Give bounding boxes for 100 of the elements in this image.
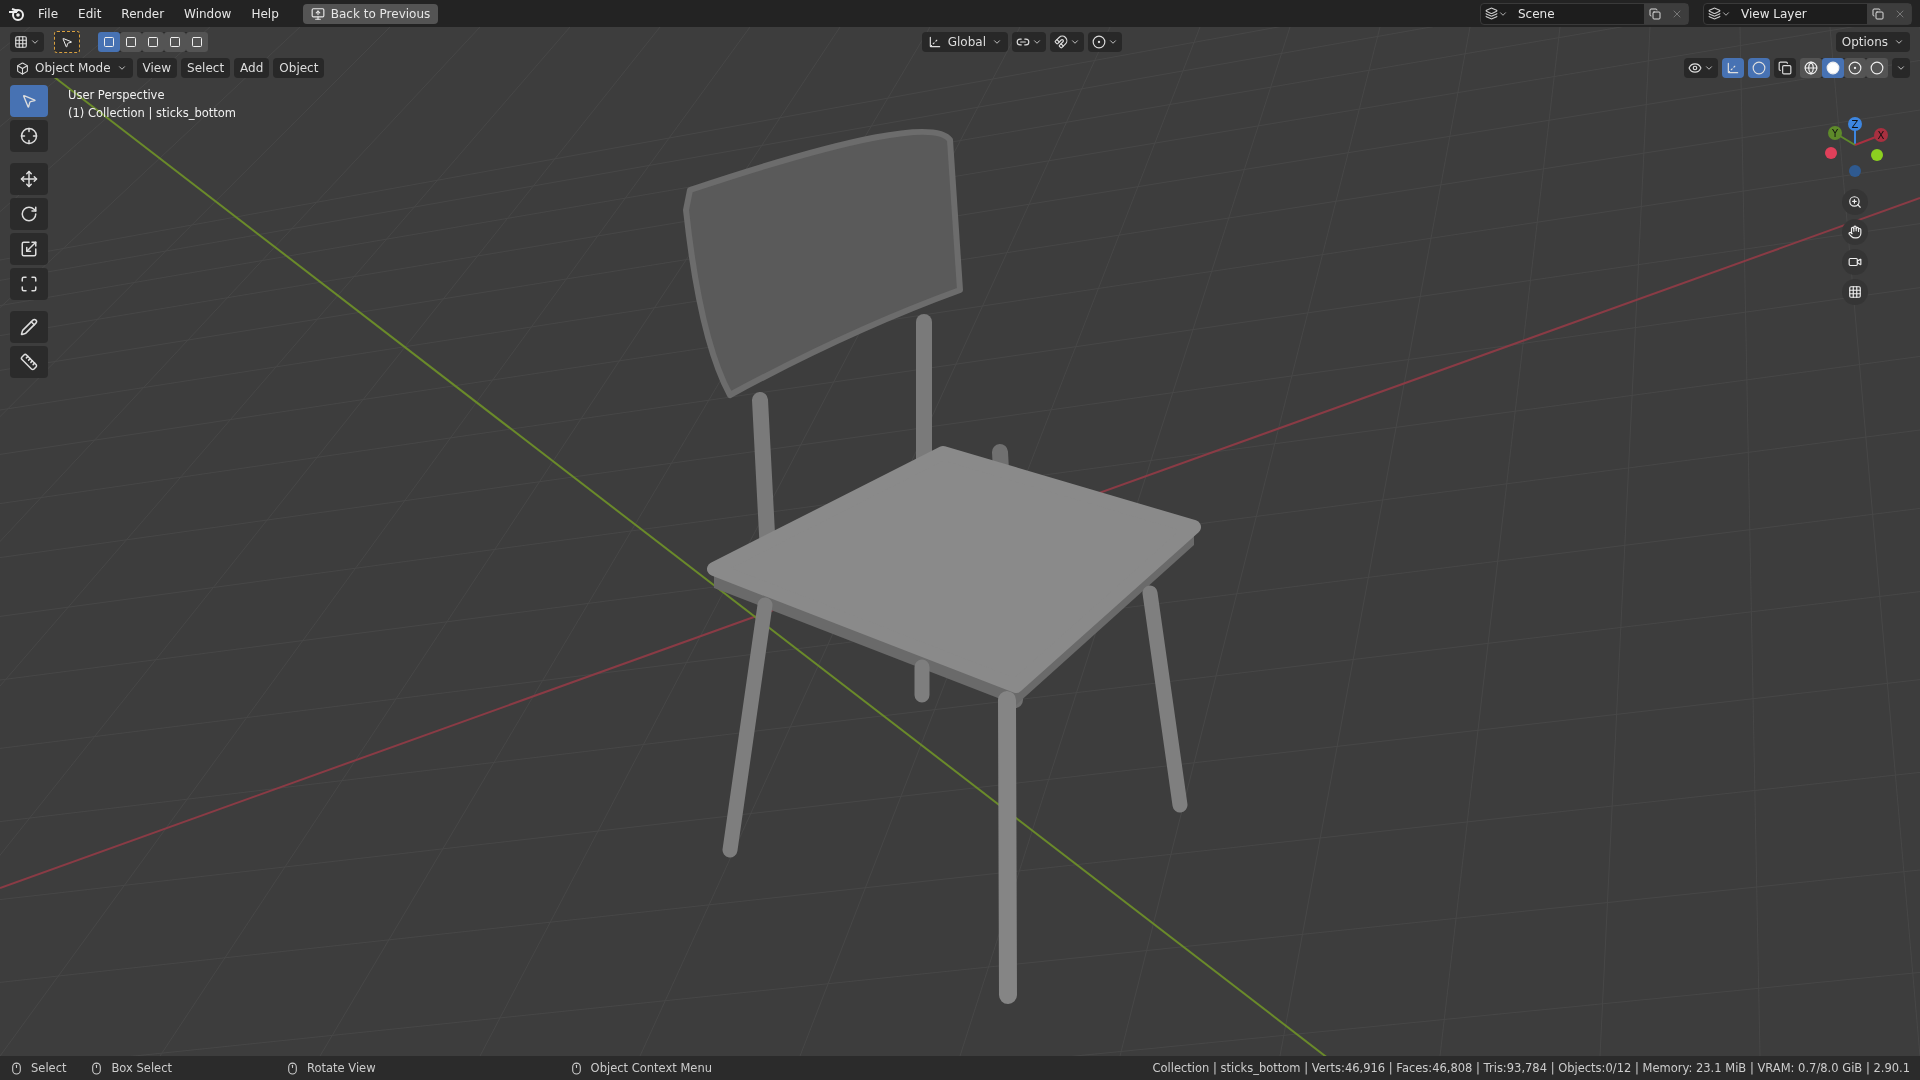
circle-dot-icon <box>1092 35 1106 49</box>
square-icon <box>125 36 137 48</box>
chevron-down-icon <box>30 37 40 47</box>
chevron-down-icon <box>116 63 127 73</box>
menu-item[interactable]: File <box>30 3 67 24</box>
hand-icon <box>1848 224 1862 240</box>
viewport-info-text: User Perspective <box>68 88 166 102</box>
ruler-icon <box>20 353 38 371</box>
camera-button[interactable] <box>1842 249 1868 275</box>
menu-item[interactable]: Edit <box>70 3 110 24</box>
axes-icon <box>927 35 942 49</box>
wireframe-sphere-icon <box>1804 61 1818 75</box>
selection-mode-button[interactable] <box>98 32 120 52</box>
mode-dropdown[interactable]: Object Mode <box>10 58 133 78</box>
visibility-button[interactable] <box>1684 58 1718 78</box>
overlays-toggle[interactable] <box>1748 58 1770 78</box>
material-sphere-icon <box>1848 61 1862 75</box>
move-tool-button[interactable] <box>10 163 48 195</box>
circles-icon <box>1752 61 1766 75</box>
zoom-icon <box>1848 194 1862 210</box>
snap-toggle[interactable] <box>1050 32 1084 52</box>
chevron-down-icon <box>1704 63 1714 73</box>
active-tool-button[interactable] <box>54 31 80 53</box>
square-icon <box>147 36 159 48</box>
square-icon <box>191 36 203 48</box>
viewport-info-text: (1) Collection | sticks_bottom <box>68 106 237 120</box>
link-icon <box>1016 35 1030 49</box>
mouse-icon <box>90 1061 104 1075</box>
viewport-menu-item[interactable]: Add <box>234 58 270 78</box>
cube-icon <box>16 61 29 75</box>
chevron-down-icon <box>1032 37 1042 47</box>
menu-item[interactable]: Help <box>243 3 287 24</box>
selection-mode-button[interactable] <box>120 32 142 52</box>
pencil-icon <box>20 318 38 336</box>
shortcut-hint: Box Select <box>111 1061 172 1075</box>
square-icon <box>103 36 115 48</box>
viewport-menu-item[interactable]: Object <box>273 58 325 78</box>
eye-icon <box>1688 61 1702 75</box>
pivot-point-button[interactable] <box>1012 32 1046 52</box>
shortcut-hint: Rotate View <box>307 1061 376 1075</box>
shading-mode-button[interactable] <box>1844 58 1866 78</box>
magnet-icon <box>1054 35 1068 49</box>
annotate-tool-button[interactable] <box>10 311 48 343</box>
layers-icon <box>1708 7 1721 20</box>
solid-sphere-icon <box>1826 61 1840 75</box>
grid-icon <box>14 35 28 49</box>
overlapping-squares-icon <box>1778 61 1792 75</box>
cursor-tool-button[interactable] <box>10 120 48 152</box>
proportional-editing-toggle[interactable] <box>1088 32 1122 52</box>
transform-orientation-dropdown[interactable]: Global <box>921 32 1008 52</box>
options-dropdown[interactable]: Options <box>1835 32 1910 52</box>
selection-mode-button[interactable] <box>186 32 208 52</box>
zoom-button[interactable] <box>1842 189 1868 215</box>
shading-mode-button[interactable] <box>1866 58 1888 78</box>
chevron-down-icon <box>1896 63 1906 73</box>
xray-toggle[interactable] <box>1774 58 1796 78</box>
pan-button[interactable] <box>1842 219 1868 245</box>
viewport-menu-item[interactable]: Select <box>181 58 231 78</box>
viewport-menu-item[interactable]: View <box>136 58 178 78</box>
grid-icon <box>1848 284 1862 300</box>
shortcut-hint: Select <box>31 1061 67 1075</box>
mouse-icon <box>569 1061 583 1075</box>
copy-icon <box>1872 7 1884 20</box>
scale-tool-button[interactable] <box>10 233 48 265</box>
layers-icon <box>1485 7 1498 20</box>
axis-handle[interactable]: Z <box>1848 117 1862 146</box>
axis-handle[interactable] <box>1825 147 1837 159</box>
axis-handle[interactable] <box>1871 149 1883 161</box>
scene-selector[interactable]: Scene <box>1480 2 1689 25</box>
rendered-sphere-icon <box>1870 61 1884 75</box>
scene-statistics: Collection | sticks_bottom | Verts:46,916 | Faces:46,808 | Tris:93,784 | Objects:0/12 | Memory: 23.1 MiB | VRAM: 0.7/8.0 GiB | 2.90.1 <box>1152 1061 1910 1075</box>
transform-tool-button[interactable] <box>10 268 48 300</box>
cursor-arrow-icon <box>61 35 73 49</box>
chevron-down-icon <box>1070 37 1080 47</box>
shortcut-hint: Object Context Menu <box>590 1061 712 1075</box>
crosshair-icon <box>20 127 38 145</box>
blender-logo-icon[interactable] <box>8 5 26 22</box>
scale-icon <box>20 240 38 258</box>
editor-type-button[interactable] <box>10 32 44 52</box>
monitor-icon <box>310 6 325 21</box>
projection-button[interactable] <box>1842 279 1868 305</box>
cursor-arrow-icon <box>21 93 37 109</box>
axes-icon <box>1726 61 1740 75</box>
mouse-icon <box>10 1061 23 1075</box>
square-icon <box>169 36 181 48</box>
copy-icon <box>1649 7 1661 20</box>
view-layer-selector[interactable]: View Layer <box>1703 2 1912 25</box>
axis-handle[interactable] <box>1849 165 1861 177</box>
move-arrows-icon <box>20 170 38 188</box>
rotate-icon <box>20 205 38 223</box>
rotate-tool-button[interactable] <box>10 198 48 230</box>
menu-item[interactable]: Window <box>176 3 240 24</box>
chevron-down-icon <box>1108 37 1118 47</box>
menu-item[interactable]: Render <box>113 3 173 24</box>
mouse-icon <box>286 1061 299 1075</box>
measure-tool-button[interactable] <box>10 346 48 378</box>
shading-mode-button[interactable] <box>1800 58 1822 78</box>
gizmo-toggle[interactable] <box>1722 58 1744 78</box>
shading-mode-button[interactable] <box>1822 58 1844 78</box>
back-to-previous-button[interactable]: Back to Previous <box>302 3 439 24</box>
